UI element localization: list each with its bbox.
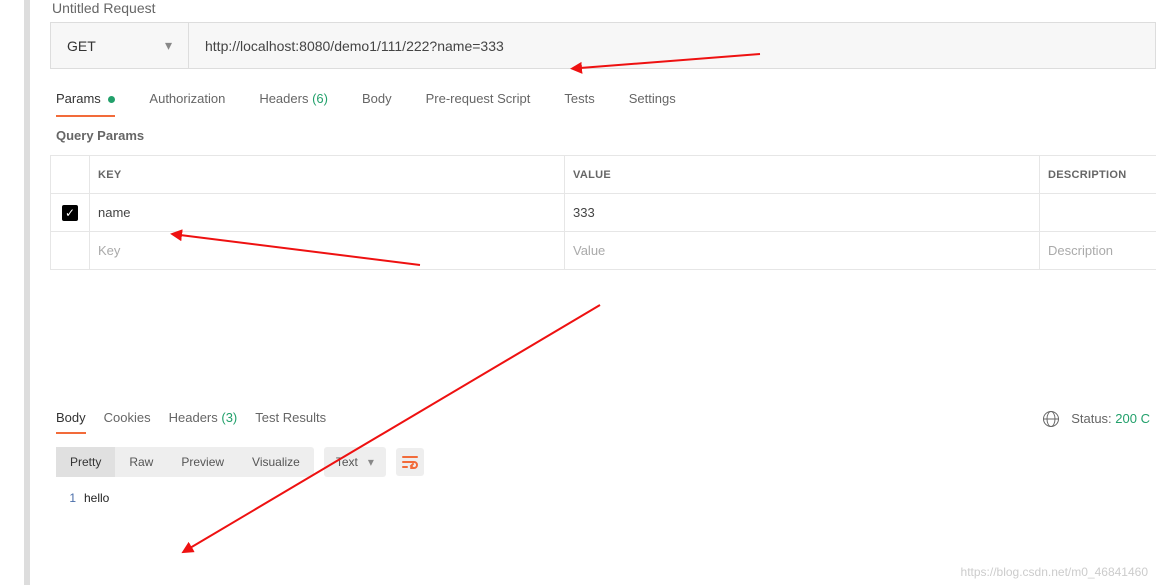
status-label: Status: (1071, 411, 1111, 426)
resp-tab-headers-label: Headers (169, 410, 218, 425)
resp-tab-headers[interactable]: Headers (3) (169, 404, 238, 433)
resp-tab-cookies[interactable]: Cookies (104, 404, 151, 433)
line-number: 1 (60, 491, 84, 505)
view-pretty-button[interactable]: Pretty (56, 447, 115, 477)
tab-headers-label: Headers (259, 91, 308, 106)
tab-settings[interactable]: Settings (629, 87, 676, 116)
check-icon: ✓ (62, 205, 78, 221)
table-row-empty: Key Value Description (50, 232, 1156, 270)
resp-tab-testresults[interactable]: Test Results (255, 404, 326, 433)
globe-icon[interactable] (1043, 411, 1059, 427)
request-bar: GET ▾ (50, 22, 1156, 69)
request-tabs: Params Authorization Headers (6) Body Pr… (50, 87, 1156, 116)
param-value-cell[interactable]: 333 (565, 194, 1040, 231)
response-body: 1 hello (50, 485, 1156, 505)
table-header-check (50, 156, 90, 193)
param-key-cell[interactable]: name (90, 194, 565, 231)
table-header-key: KEY (90, 156, 565, 193)
wrap-lines-button[interactable] (396, 448, 424, 476)
tab-params[interactable]: Params (56, 87, 115, 116)
row-checkbox-empty[interactable] (50, 232, 90, 269)
resp-tab-body[interactable]: Body (56, 404, 86, 433)
param-description-cell[interactable] (1040, 194, 1156, 231)
tab-prerequest[interactable]: Pre-request Script (426, 87, 531, 116)
status-block: Status: 200 C (1071, 411, 1150, 426)
params-indicator-dot (108, 96, 115, 103)
tab-params-label: Params (56, 91, 101, 106)
watermark: https://blog.csdn.net/m0_46841460 (961, 565, 1148, 579)
param-key-placeholder[interactable]: Key (90, 232, 565, 269)
tab-body[interactable]: Body (362, 87, 392, 116)
table-header-row: KEY VALUE DESCRIPTION (50, 156, 1156, 194)
view-preview-button[interactable]: Preview (167, 447, 238, 477)
request-title: Untitled Request (50, 0, 1156, 22)
response-line[interactable]: hello (84, 491, 109, 505)
tab-authorization[interactable]: Authorization (149, 87, 225, 116)
resp-tab-headers-count: (3) (221, 410, 237, 425)
status-code: 200 C (1115, 411, 1150, 426)
table-row: ✓ name 333 (50, 194, 1156, 232)
param-value-placeholder[interactable]: Value (565, 232, 1040, 269)
method-label: GET (67, 38, 96, 54)
tab-headers[interactable]: Headers (6) (259, 87, 328, 116)
format-label: Text (336, 455, 358, 469)
table-header-description: DESCRIPTION (1040, 156, 1156, 193)
url-input[interactable] (189, 23, 1155, 68)
chevron-down-icon: ▾ (165, 37, 172, 54)
row-checkbox[interactable]: ✓ (50, 194, 90, 231)
table-header-value: VALUE (565, 156, 1040, 193)
method-dropdown[interactable]: GET ▾ (51, 23, 189, 68)
view-visualize-button[interactable]: Visualize (238, 447, 314, 477)
param-description-placeholder[interactable]: Description (1040, 232, 1156, 269)
query-params-label: Query Params (50, 116, 1156, 149)
format-dropdown[interactable]: Text ▾ (324, 447, 386, 477)
view-raw-button[interactable]: Raw (115, 447, 167, 477)
tab-tests[interactable]: Tests (564, 87, 594, 116)
tab-headers-count: (6) (312, 91, 328, 106)
response-tabs: Body Cookies Headers (3) Test Results St… (50, 404, 1156, 433)
response-toolbar: Pretty Raw Preview Visualize Text ▾ (50, 433, 1156, 485)
chevron-down-icon: ▾ (368, 455, 374, 469)
query-params-table: KEY VALUE DESCRIPTION ✓ name 333 Key Val… (50, 155, 1156, 270)
view-mode-segment: Pretty Raw Preview Visualize (56, 447, 314, 477)
